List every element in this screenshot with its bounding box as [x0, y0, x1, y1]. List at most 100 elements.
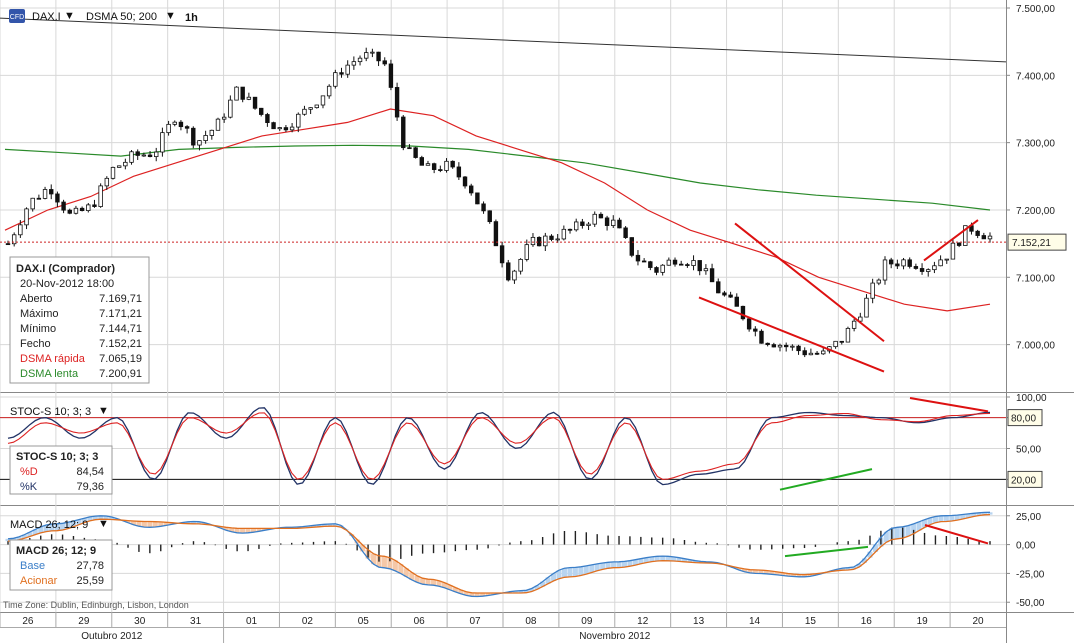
candle-body — [870, 282, 875, 299]
candle-body — [61, 201, 66, 211]
candle-body — [296, 113, 301, 128]
info-row-label: Acionar — [20, 575, 58, 587]
x-tick-label: 19 — [917, 616, 929, 627]
last-price-label: 7.152,21 — [1012, 238, 1051, 249]
candle-body — [524, 244, 529, 260]
x-tick-label: 15 — [805, 616, 817, 627]
candle-body — [796, 345, 801, 352]
candle-body — [864, 297, 869, 318]
candle-body — [166, 123, 171, 134]
candle-body — [314, 104, 320, 109]
info-box-datetime: 20-Nov-2012 18:00 — [20, 278, 114, 290]
candle-body — [197, 140, 202, 146]
stoch-header[interactable]: STOC-S 10; 3; 3 — [10, 406, 91, 418]
indicator-chevron-down-icon[interactable]: ▼ — [165, 10, 176, 22]
candle-body — [629, 237, 634, 256]
candle-body — [926, 269, 931, 272]
candle-body — [116, 165, 122, 168]
candle-body — [691, 260, 696, 266]
candle-body — [499, 245, 505, 264]
candle-body — [259, 107, 264, 115]
candle-body — [252, 96, 258, 109]
candle-body — [481, 203, 486, 212]
candle-body — [802, 350, 807, 356]
candle-body — [215, 118, 221, 131]
candle-body — [178, 121, 184, 128]
info-row-value: 7.200,91 — [99, 368, 142, 380]
candle-body — [326, 85, 332, 97]
candle-body — [654, 267, 659, 273]
x-tick-label: 16 — [861, 616, 873, 627]
x-tick-label: 09 — [581, 616, 593, 627]
month-label: Outubro 2012 — [81, 631, 143, 642]
candle-body — [938, 259, 943, 267]
candle-body — [716, 281, 721, 294]
candle-body — [882, 259, 888, 281]
y-tick-label: 50,00 — [1016, 445, 1041, 456]
indicator-selector[interactable]: DSMA 50; 200 — [86, 11, 157, 23]
candle-body — [345, 64, 350, 75]
info-row-label: Fecho — [20, 338, 51, 350]
candle-body — [160, 132, 165, 153]
candle-body — [901, 259, 906, 267]
x-tick-label: 12 — [637, 616, 649, 627]
candle-body — [617, 219, 622, 229]
candle-body — [648, 261, 653, 268]
y-tick-label: 7.100,00 — [1016, 273, 1055, 284]
candle-body — [475, 192, 480, 205]
candle-body — [956, 242, 962, 246]
macd-chevron-down-icon[interactable]: ▼ — [98, 518, 109, 530]
timeframe-label[interactable]: 1h — [185, 12, 198, 24]
candle-body — [246, 96, 252, 100]
y-tick-label: 25,00 — [1016, 512, 1041, 523]
candle-body — [104, 177, 110, 187]
candle-body — [450, 160, 455, 168]
symbol-selector[interactable]: DAX.I — [32, 11, 61, 23]
candle-body — [907, 259, 912, 267]
info-box-title: DAX.I (Comprador) — [16, 263, 115, 275]
stoch-box-title: STOC-S 10; 3; 3 — [16, 451, 98, 463]
candle-body — [611, 219, 616, 226]
y-tick-label: 0,00 — [1016, 541, 1036, 552]
candle-body — [703, 268, 709, 272]
candle-body — [203, 135, 208, 142]
candle-body — [641, 260, 647, 263]
macd-header[interactable]: MACD 26; 12; 9 — [10, 519, 88, 531]
symbol-chevron-down-icon[interactable]: ▼ — [64, 10, 75, 22]
candle-body — [221, 116, 227, 120]
candle-body — [184, 126, 190, 129]
candle-body — [18, 224, 23, 236]
y-tick-label: -25,00 — [1016, 569, 1045, 580]
candle-body — [79, 207, 85, 212]
candle-body — [191, 127, 196, 146]
candle-body — [765, 342, 770, 346]
candle-body — [598, 213, 604, 219]
candle-body — [777, 344, 783, 348]
stoch-level-label: 20,00 — [1011, 475, 1036, 486]
stoch-chevron-down-icon[interactable]: ▼ — [98, 405, 109, 417]
candle-body — [913, 266, 919, 269]
x-tick-label: 05 — [358, 616, 370, 627]
x-tick-label: 07 — [469, 616, 481, 627]
chart-canvas[interactable]: 26 29 30 31 01 02 05 06 07 08 09 12 13 14 15 16 19 20 Outu… — [0, 0, 1074, 643]
candle-body — [678, 263, 684, 266]
candle-body — [382, 60, 387, 65]
candle-body — [289, 126, 295, 131]
timezone-label: Time Zone: Dublin, Edinburgh, Lisbon, Lo… — [3, 600, 189, 610]
candle-body — [388, 63, 394, 88]
candle-body — [888, 259, 894, 265]
info-row-value: 84,54 — [76, 466, 104, 478]
y-tick-label: 7.400,00 — [1016, 71, 1055, 82]
x-tick-label: 02 — [302, 616, 314, 627]
info-row-value: 7.152,21 — [99, 338, 142, 350]
candle-body — [808, 352, 814, 356]
candle-body — [67, 209, 72, 214]
candle-body — [932, 265, 937, 271]
x-tick-label: 08 — [525, 616, 537, 627]
candle-body — [487, 210, 492, 223]
info-row-label: Mínimo — [20, 323, 56, 335]
candle-body — [944, 258, 949, 261]
info-row-label: DSMA rápida — [20, 353, 86, 365]
candle-body — [456, 166, 462, 178]
candle-body — [697, 260, 702, 272]
